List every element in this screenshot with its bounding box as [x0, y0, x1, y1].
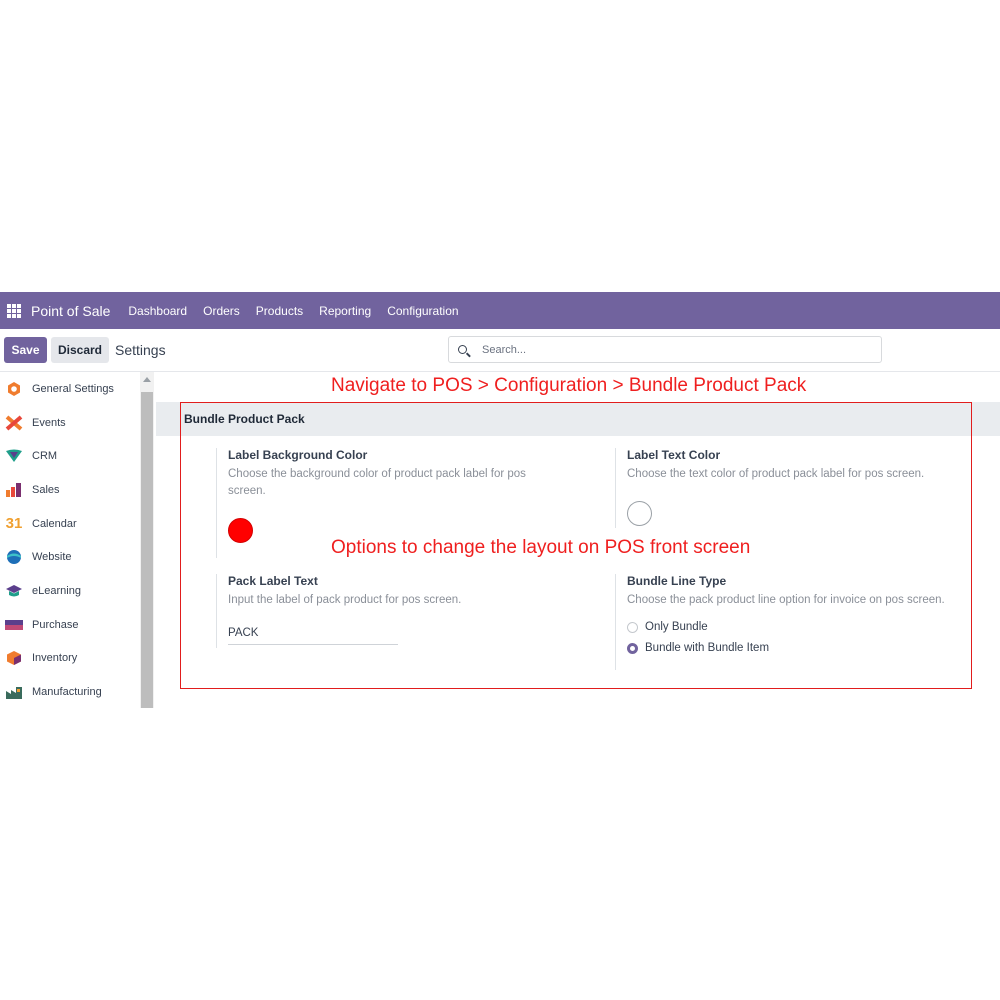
sidebar-item-purchase[interactable]: Purchase: [0, 608, 140, 642]
apps-grid-icon[interactable]: [7, 303, 21, 318]
save-button[interactable]: Save: [4, 337, 47, 363]
sidebar-item-calendar[interactable]: 31 Calendar: [0, 507, 140, 541]
sidebar-item-inventory[interactable]: Inventory: [0, 642, 140, 676]
setting-description: Choose the pack product line option for …: [627, 594, 945, 606]
radio-option-bundle-with-item[interactable]: Bundle with Bundle Item: [627, 642, 967, 654]
menu-reporting[interactable]: Reporting: [319, 304, 371, 318]
annotation-options: Options to change the layout on POS fron…: [331, 537, 751, 558]
radio-label: Only Bundle: [645, 621, 708, 633]
sidebar-item-label: CRM: [32, 450, 58, 463]
pack-label-input[interactable]: [228, 623, 398, 645]
sidebar-item-label: General Settings: [32, 382, 114, 395]
purchase-icon: [5, 617, 23, 633]
crm-icon: [5, 448, 23, 464]
setting-label-text-color: Label Text Color Choose the text color o…: [615, 448, 967, 528]
search-box[interactable]: [448, 336, 882, 363]
settings-sidebar: General Settings Events CRM Sales 31 Cal…: [0, 372, 140, 708]
sidebar-item-label: Manufacturing: [32, 686, 102, 699]
menu-products[interactable]: Products: [256, 304, 303, 318]
events-icon: [5, 415, 23, 431]
control-panel: Save Discard Settings: [0, 329, 1000, 372]
sidebar-item-label: Events: [32, 416, 66, 429]
sidebar-item-label: Sales: [32, 483, 60, 496]
setting-title: Label Background Color: [228, 448, 368, 462]
text-color-swatch[interactable]: [627, 501, 652, 526]
sidebar-item-sales[interactable]: Sales: [0, 473, 140, 507]
elearning-icon: [5, 583, 23, 599]
sidebar-item-elearning[interactable]: eLearning: [0, 574, 140, 608]
settings-content: Navigate to POS > Configuration > Bundle…: [156, 372, 1000, 708]
annotation-navigate: Navigate to POS > Configuration > Bundle…: [331, 375, 807, 396]
sidebar-item-label: Inventory: [32, 652, 78, 665]
setting-description: Input the label of pack product for pos …: [228, 594, 462, 606]
radio-label: Bundle with Bundle Item: [645, 642, 770, 654]
sidebar-scrollbar[interactable]: [140, 372, 154, 708]
sidebar-item-crm[interactable]: CRM: [0, 439, 140, 473]
inventory-icon: [5, 650, 23, 666]
search-icon: [458, 345, 467, 354]
setting-title: Label Text Color: [627, 448, 721, 462]
sales-icon: [5, 482, 23, 498]
search-input[interactable]: [480, 342, 864, 357]
radio-option-only-bundle[interactable]: Only Bundle: [627, 621, 967, 633]
manufacturing-icon: [5, 684, 23, 700]
sidebar-item-events[interactable]: Events: [0, 406, 140, 440]
calendar-icon: 31: [5, 515, 23, 533]
general-settings-icon: [5, 381, 23, 397]
discard-button[interactable]: Discard: [51, 337, 109, 363]
sidebar-item-label: Calendar: [32, 517, 77, 530]
background-color-swatch[interactable]: [228, 518, 253, 543]
app-name[interactable]: Point of Sale: [31, 303, 110, 319]
top-navbar: Point of Sale Dashboard Orders Products …: [0, 292, 1000, 329]
sidebar-item-label: Website: [32, 551, 72, 564]
sidebar-item-general-settings[interactable]: General Settings: [0, 372, 140, 406]
sidebar-item-label: Purchase: [32, 618, 79, 631]
menu-orders[interactable]: Orders: [203, 304, 240, 318]
website-icon: [5, 549, 23, 565]
setting-title: Bundle Line Type: [627, 574, 727, 588]
setting-bundle-line-type: Bundle Line Type Choose the pack product…: [615, 574, 967, 670]
radio-checked-icon[interactable]: [627, 642, 638, 654]
scroll-up-icon[interactable]: [143, 377, 151, 382]
sidebar-item-website[interactable]: Website: [0, 540, 140, 574]
radio-unchecked-icon[interactable]: [627, 621, 638, 633]
breadcrumb: Settings: [115, 342, 166, 358]
setting-description: Choose the background color of product p…: [228, 468, 526, 497]
screenshot-area: Point of Sale Dashboard Orders Products …: [0, 292, 1000, 708]
sidebar-item-label: eLearning: [32, 584, 81, 597]
setting-pack-label-text: Pack Label Text Input the label of pack …: [216, 574, 558, 648]
menu-dashboard[interactable]: Dashboard: [128, 304, 187, 318]
scrollbar-thumb[interactable]: [141, 392, 153, 708]
setting-title: Pack Label Text: [228, 574, 318, 588]
setting-description: Choose the text color of product pack la…: [627, 468, 925, 480]
menu-configuration[interactable]: Configuration: [387, 304, 458, 318]
sidebar-item-manufacturing[interactable]: Manufacturing: [0, 675, 140, 708]
